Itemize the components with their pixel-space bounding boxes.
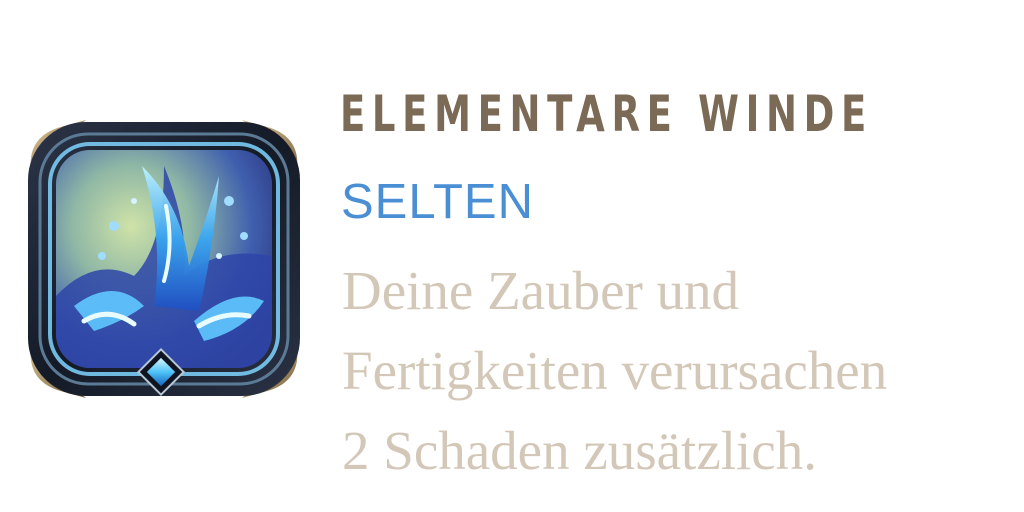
description-line: Fertigkeiten verursachen xyxy=(342,340,888,401)
card-title: ELEMENTARE WINDE xyxy=(340,85,873,143)
description-line: 2 Schaden zusätzlich. xyxy=(342,420,817,481)
card-rarity: SELTEN xyxy=(341,175,534,229)
card-art-frame xyxy=(14,106,314,412)
card-tooltip: ELEMENTARE WINDE SELTEN Deine Zauber und… xyxy=(0,0,1024,512)
description-line: Deine Zauber und xyxy=(342,260,740,321)
card-description: Deine Zauber und Fertigkeiten verursache… xyxy=(342,251,1022,491)
water-splash-icon xyxy=(28,120,300,398)
